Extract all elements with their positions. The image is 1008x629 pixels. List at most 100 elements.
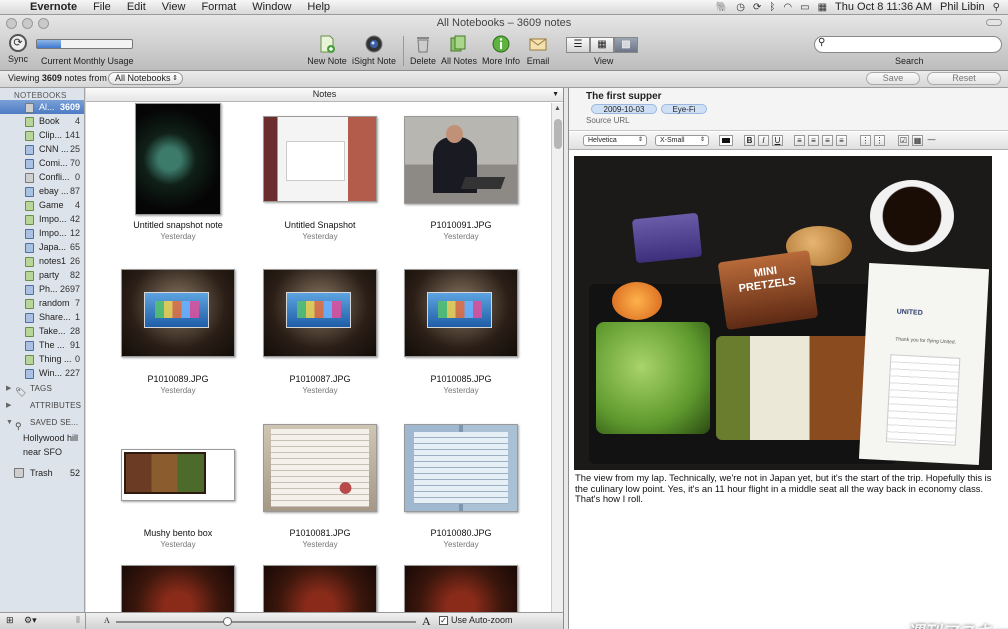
font-select[interactable]: Helvetica ⇕ xyxy=(583,135,647,146)
time-machine-icon[interactable]: ◷ xyxy=(736,2,745,13)
spotlight-icon[interactable]: ⚲ xyxy=(993,2,1000,13)
horizontal-rule-icon[interactable]: — xyxy=(926,135,937,146)
note-thumbnail[interactable] xyxy=(263,565,377,612)
add-notebook-icon[interactable]: ⊞ xyxy=(6,615,14,626)
bluetooth-icon[interactable]: ᛒ xyxy=(769,2,775,13)
sidebar-notebook-item[interactable]: Ph... 2697 xyxy=(0,282,84,296)
evernote-status-icon[interactable]: 🐘 xyxy=(716,2,728,13)
disclosure-triangle-open-icon[interactable]: ▼ xyxy=(6,414,13,431)
saved-search-item[interactable]: Hollywood hill xyxy=(0,431,84,445)
sidebar-notebook-item[interactable]: Clip... 141 xyxy=(0,128,84,142)
note-title[interactable]: P1010080.JPG xyxy=(391,528,531,538)
zoom-slider-track[interactable] xyxy=(116,621,416,623)
note-thumbnail[interactable] xyxy=(121,269,235,357)
menu-view[interactable]: View xyxy=(154,1,194,13)
note-title[interactable]: Mushy bento box xyxy=(108,528,248,538)
isight-note-button[interactable]: iSight Note xyxy=(351,34,397,66)
new-note-button[interactable]: New Note xyxy=(306,34,348,66)
note-tag[interactable]: 2009-10-03 xyxy=(591,104,657,114)
thumbnail-view-icon[interactable]: ▩ xyxy=(614,37,638,53)
note-title[interactable]: Untitled snapshot note xyxy=(108,220,248,230)
app-menu[interactable]: Evernote xyxy=(22,1,85,13)
scrollbar-thumb[interactable] xyxy=(554,119,562,149)
sidebar-notebook-item[interactable]: Impo... 12 xyxy=(0,226,84,240)
note-title[interactable]: P1010085.JPG xyxy=(391,374,531,384)
sidebar-notebook-item[interactable]: Thing ... 0 xyxy=(0,352,84,366)
trash-item[interactable]: Trash 52 xyxy=(0,465,84,481)
email-button[interactable]: Email xyxy=(524,34,552,66)
numbered-list-icon[interactable]: ⋮ xyxy=(874,135,885,146)
note-title[interactable]: P1010091.JPG xyxy=(391,220,531,230)
bullet-list-icon[interactable]: ⋮ xyxy=(860,135,871,146)
note-thumbnail[interactable] xyxy=(263,269,377,357)
sidebar-notebook-item[interactable]: random 7 xyxy=(0,296,84,310)
align-left-icon[interactable]: ≡ xyxy=(794,135,805,146)
sidebar-notebook-item[interactable]: Impo... 42 xyxy=(0,212,84,226)
flag-icon[interactable]: ▦ xyxy=(818,2,827,13)
table-icon[interactable]: ▦ xyxy=(912,135,923,146)
notes-scrollbar[interactable]: ▲ xyxy=(551,103,563,612)
saved-searches-group[interactable]: ▼ ⚲ SAVED SE... xyxy=(0,414,84,431)
menu-file[interactable]: File xyxy=(85,1,119,13)
menu-format[interactable]: Format xyxy=(193,1,244,13)
clock[interactable]: Thu Oct 8 11:36 AM xyxy=(835,1,932,13)
underline-button[interactable]: U xyxy=(772,135,783,146)
zoom-slider[interactable] xyxy=(223,617,232,626)
reset-button[interactable]: Reset xyxy=(927,72,1001,85)
note-title[interactable]: Untitled Snapshot xyxy=(250,220,390,230)
checkbox-icon[interactable]: ☑ xyxy=(898,135,909,146)
note-title[interactable]: P1010081.JPG xyxy=(250,528,390,538)
note-thumbnail[interactable] xyxy=(135,103,221,215)
attributes-group[interactable]: ▶ ATTRIBUTES xyxy=(0,397,84,414)
sidebar-notebook-item[interactable]: CNN ... 25 xyxy=(0,142,84,156)
note-thumbnail[interactable] xyxy=(263,424,377,512)
sidebar-notebook-item[interactable]: Japa... 65 xyxy=(0,240,84,254)
all-notes-button[interactable]: All Notes xyxy=(440,34,478,66)
sort-arrow-icon[interactable]: ▼ xyxy=(552,88,559,101)
toolbar-toggle-button[interactable] xyxy=(986,19,1002,26)
search-input[interactable] xyxy=(814,36,1002,53)
save-button[interactable]: Save xyxy=(866,72,920,85)
note-title[interactable]: P1010087.JPG xyxy=(250,374,390,384)
menu-edit[interactable]: Edit xyxy=(119,1,154,13)
notes-header[interactable]: Notes ▼ xyxy=(86,88,563,102)
sync-status-icon[interactable]: ⟳ xyxy=(753,2,761,13)
align-right-icon[interactable]: ≡ xyxy=(822,135,833,146)
note-thumbnail[interactable] xyxy=(404,424,518,512)
source-url-field[interactable]: Source URL xyxy=(586,116,630,125)
note-thumbnail[interactable] xyxy=(121,565,235,612)
sidebar-notebook-item[interactable]: Win... 227 xyxy=(0,366,84,380)
battery-icon[interactable]: ▭ xyxy=(800,2,809,13)
menu-window[interactable]: Window xyxy=(244,1,299,13)
sync-button[interactable]: ⟳ Sync xyxy=(6,34,30,64)
bold-button[interactable]: B xyxy=(744,135,755,146)
menu-help[interactable]: Help xyxy=(299,1,338,13)
note-thumbnail[interactable] xyxy=(404,116,518,204)
wifi-icon[interactable]: ◠ xyxy=(783,2,792,13)
sidebar-notebook-item[interactable]: Take... 28 xyxy=(0,324,84,338)
note-thumbnail[interactable] xyxy=(263,116,377,202)
notebook-select[interactable]: All Notebooks ⇕ xyxy=(108,72,183,85)
align-center-icon[interactable]: ≡ xyxy=(808,135,819,146)
auto-zoom-checkbox[interactable]: ✓ xyxy=(439,616,448,625)
snippet-view-icon[interactable]: ▦ xyxy=(590,37,614,53)
resize-handle-icon[interactable]: ⦀ xyxy=(76,615,80,626)
list-view-icon[interactable]: ☰ xyxy=(566,37,590,53)
saved-search-item[interactable]: near SFO xyxy=(0,445,84,459)
gear-icon[interactable]: ⚙▾ xyxy=(24,615,37,626)
disclosure-triangle-icon[interactable]: ▶ xyxy=(6,397,12,414)
user-name[interactable]: Phil Libin xyxy=(940,1,985,13)
sidebar-notebook-item[interactable]: party 82 xyxy=(0,268,84,282)
sidebar-notebook-item[interactable]: The ... 91 xyxy=(0,338,84,352)
justify-icon[interactable]: ≡ xyxy=(836,135,847,146)
sidebar-notebook-item[interactable]: Al... 3609 xyxy=(0,100,84,114)
note-title[interactable]: The first supper xyxy=(586,91,662,102)
text-color-button[interactable] xyxy=(719,135,733,146)
delete-button[interactable]: Delete xyxy=(408,34,438,66)
more-info-button[interactable]: More Info xyxy=(481,34,521,66)
note-tag[interactable]: Eye-Fi xyxy=(661,104,707,114)
note-thumbnail[interactable] xyxy=(404,269,518,357)
sidebar-notebook-item[interactable]: Confli... 0 xyxy=(0,170,84,184)
sidebar-notebook-item[interactable]: Book 4 xyxy=(0,114,84,128)
scroll-up-icon[interactable]: ▲ xyxy=(554,105,561,112)
